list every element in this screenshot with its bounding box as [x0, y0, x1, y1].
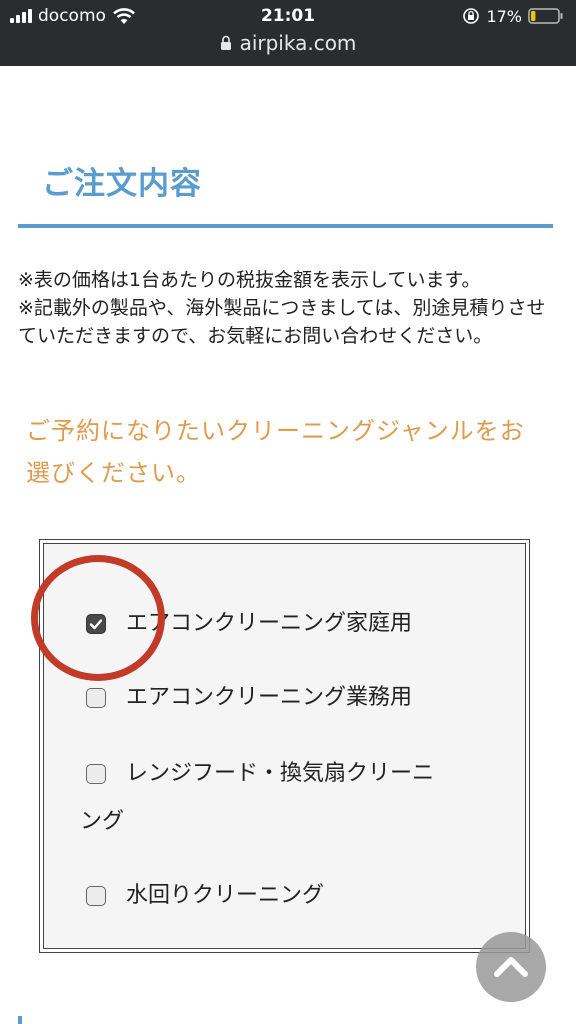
option-range-hood[interactable]: レンジフード・換気扇クリーニ ング [80, 750, 525, 846]
option-water-area[interactable]: 水回りクリーニング [86, 872, 525, 920]
checkbox[interactable] [86, 886, 106, 906]
option-label: 水回りクリーニング [126, 883, 325, 908]
status-right: 17% [462, 4, 564, 28]
selection-prompt: ご予約になりたいクリーニングジャンルをお選びください。 [26, 417, 525, 487]
cleaning-genre-options: エアコンクリーニング家庭用 エアコンクリーニング業務用 レンジフード・換気扇クリ… [39, 539, 530, 953]
bottom-accent-bar [18, 1016, 22, 1024]
option-label: エアコンクリーニング家庭用 [126, 611, 413, 636]
option-aircon-home[interactable]: エアコンクリーニング家庭用 [86, 600, 525, 648]
url-bar[interactable]: airpika.com [0, 30, 576, 56]
notice-line-1: ※表の価格は1台あたりの税抜金額を表示しています。 [18, 269, 481, 291]
checkbox[interactable] [86, 688, 106, 708]
section-title: ご注文内容 [42, 166, 202, 202]
price-notice: ※表の価格は1台あたりの税抜金額を表示しています。 ※記載外の製品や、海外製品に… [18, 266, 558, 350]
check-icon [89, 619, 103, 630]
checkbox-checked[interactable] [86, 614, 106, 634]
option-label: レンジフード・換気扇クリーニ [126, 761, 435, 786]
option-label: エアコンクリーニング業務用 [126, 685, 413, 710]
scroll-to-top-button[interactable] [476, 932, 546, 1002]
option-label-continued: ング [80, 809, 125, 834]
checkbox[interactable] [86, 764, 106, 784]
status-bar: docomo 21:01 17% airpika.com [0, 0, 576, 66]
option-aircon-business[interactable]: エアコンクリーニング業務用 [86, 674, 525, 722]
notice-line-2: ※記載外の製品や、海外製品につきましては、別途見積りさせていただきますので、お気… [18, 297, 546, 347]
url-text: airpika.com [239, 31, 357, 55]
chevron-up-icon [494, 957, 528, 977]
options-inner: エアコンクリーニング家庭用 エアコンクリーニング業務用 レンジフード・換気扇クリ… [43, 543, 526, 949]
padlock-icon [220, 35, 231, 50]
battery-percent: 17% [486, 6, 522, 26]
orientation-lock-icon [463, 8, 480, 24]
title-divider [18, 224, 553, 228]
battery-icon [528, 8, 563, 24]
